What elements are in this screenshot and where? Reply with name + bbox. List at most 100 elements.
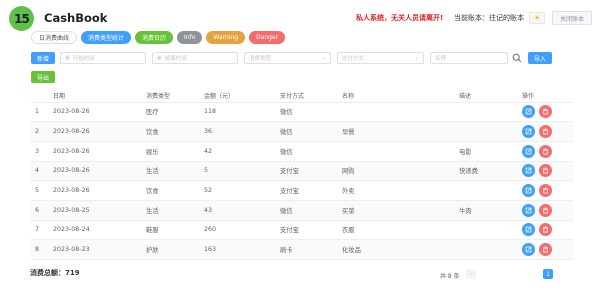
cell-index: 5 xyxy=(31,180,53,201)
cell-name: 化妆品 xyxy=(342,239,459,260)
tab-type-stats[interactable]: 消费类型统计 xyxy=(81,31,132,44)
page-1-button[interactable]: 1 xyxy=(543,269,553,279)
start-date-placeholder: 开始时间 xyxy=(72,56,95,62)
edit-button[interactable] xyxy=(522,184,535,198)
import-button[interactable]: 导入 xyxy=(528,52,552,64)
name-placeholder: 名称 xyxy=(435,56,447,62)
cell-name: 衣服 xyxy=(342,220,459,241)
edit-button[interactable] xyxy=(522,243,535,257)
trash-icon xyxy=(542,148,549,155)
edit-icon xyxy=(525,108,532,115)
col-actions-header: 操作 xyxy=(522,89,573,103)
cell-name xyxy=(342,141,459,162)
theme-toggle-button[interactable]: ☀ xyxy=(529,12,545,24)
delete-button[interactable] xyxy=(539,144,552,158)
search-icon[interactable] xyxy=(512,53,522,63)
edit-button[interactable] xyxy=(522,144,535,158)
cell-actions xyxy=(522,161,573,182)
type-placeholder: 消费类型 xyxy=(249,56,272,62)
edit-icon xyxy=(525,187,532,194)
cell-pay-method: 微信 xyxy=(280,200,342,221)
add-button[interactable]: 新增 xyxy=(31,52,55,64)
tab-warning[interactable]: Warning xyxy=(206,31,246,44)
cell-description: 快递费 xyxy=(459,161,522,182)
cell-type: 饮食 xyxy=(146,180,204,201)
edit-button[interactable] xyxy=(522,105,535,119)
table-header-row: 日期 消费类型 金额（元） 支付方式 名称 描述 操作 xyxy=(31,89,573,103)
edit-button[interactable] xyxy=(522,125,535,139)
cell-pay-method: 支付宝 xyxy=(280,180,342,201)
cell-actions xyxy=(522,121,573,142)
app-logo: 15 xyxy=(9,6,34,31)
cell-type: 医疗 xyxy=(146,102,204,123)
cell-type: 生活 xyxy=(146,200,204,221)
delete-button[interactable] xyxy=(539,125,552,139)
cell-amount: 43 xyxy=(204,200,280,221)
cell-description xyxy=(459,239,522,260)
cell-date: 2023-08-26 xyxy=(53,141,146,162)
current-book-label: 当前账本：往记的账本 xyxy=(454,14,524,22)
name-input[interactable]: 名称 xyxy=(430,52,508,64)
delete-button[interactable] xyxy=(539,243,552,257)
cell-amount: 5 xyxy=(204,161,280,182)
col-name-header: 名称 xyxy=(342,89,459,103)
prev-page-button[interactable]: ‹ xyxy=(466,269,476,279)
type-select[interactable]: 消费类型 ⌄ xyxy=(244,52,331,64)
export-button[interactable]: 导出 xyxy=(31,71,55,83)
total-amount: 消费总额：719 xyxy=(30,268,80,278)
total-label: 消费总额： xyxy=(30,269,65,277)
cell-amount: 118 xyxy=(204,102,280,123)
chart-tabs: 日消费曲线 消费类型统计 消费日历 Info Warning Danger xyxy=(31,31,286,44)
edit-button[interactable] xyxy=(522,203,535,217)
cell-amount: 42 xyxy=(204,141,280,162)
edit-button[interactable] xyxy=(522,223,535,237)
close-book-button[interactable]: 关闭账本 xyxy=(552,11,592,25)
delete-button[interactable] xyxy=(539,223,552,237)
tab-danger[interactable]: Danger xyxy=(249,31,286,44)
table-row: 4 2023-08-26 生活 5 支付宝 网购 快递费 xyxy=(31,161,573,182)
cell-type: 护肤 xyxy=(146,239,204,260)
delete-button[interactable] xyxy=(539,203,552,217)
edit-icon xyxy=(525,148,532,155)
trash-icon xyxy=(542,167,549,174)
pay-method-select[interactable]: 支付方式 ⌄ xyxy=(337,52,424,64)
table-row: 1 2023-08-26 医疗 118 微信 xyxy=(31,102,573,123)
cell-index: 4 xyxy=(31,161,53,182)
cell-index: 3 xyxy=(31,141,53,162)
tab-daily-curve[interactable]: 日消费曲线 xyxy=(31,31,78,44)
edit-button[interactable] xyxy=(522,164,535,178)
table-row: 7 2023-08-24 鞋服 260 支付宝 衣服 xyxy=(31,220,573,241)
cell-name: 买菜 xyxy=(342,200,459,221)
edit-icon xyxy=(525,246,532,253)
delete-button[interactable] xyxy=(539,184,552,198)
tab-info[interactable]: Info xyxy=(177,31,203,44)
trash-icon xyxy=(542,128,549,135)
cell-date: 2023-08-26 xyxy=(53,102,146,123)
trash-icon xyxy=(542,108,549,115)
edit-icon xyxy=(525,128,532,135)
cell-amount: 52 xyxy=(204,180,280,201)
cell-name: 外卖 xyxy=(342,180,459,201)
cell-date: 2023-08-26 xyxy=(53,180,146,201)
cell-index: 6 xyxy=(31,200,53,221)
start-date-input[interactable]: ▦ 开始时间 xyxy=(60,52,146,64)
cell-index: 2 xyxy=(31,121,53,142)
table-row: 6 2023-08-25 生活 43 微信 买菜 牛肉 xyxy=(31,200,573,221)
col-type-header: 消费类型 xyxy=(146,89,204,103)
end-date-placeholder: 结束时间 xyxy=(164,56,187,62)
cell-date: 2023-08-26 xyxy=(53,161,146,182)
cell-type: 鞋服 xyxy=(146,220,204,241)
cell-type: 生活 xyxy=(146,161,204,182)
tab-calendar[interactable]: 消费日历 xyxy=(135,31,174,44)
table-body: 1 2023-08-26 医疗 118 微信 2 2023-08-26 饮食 36 微信 早餐 3 20… xyxy=(31,102,573,260)
cell-actions xyxy=(522,102,573,123)
end-date-input[interactable]: ▦ 结束时间 xyxy=(152,52,238,64)
calendar-icon: ▦ xyxy=(65,55,70,61)
delete-button[interactable] xyxy=(539,164,552,178)
cell-description: 牛肉 xyxy=(459,200,522,221)
cell-pay-method: 刷卡 xyxy=(280,239,342,260)
table-row: 3 2023-08-26 娱乐 42 微信 电影 xyxy=(31,141,573,162)
delete-button[interactable] xyxy=(539,105,552,119)
cell-description xyxy=(459,180,522,201)
cell-date: 2023-08-23 xyxy=(53,239,146,260)
